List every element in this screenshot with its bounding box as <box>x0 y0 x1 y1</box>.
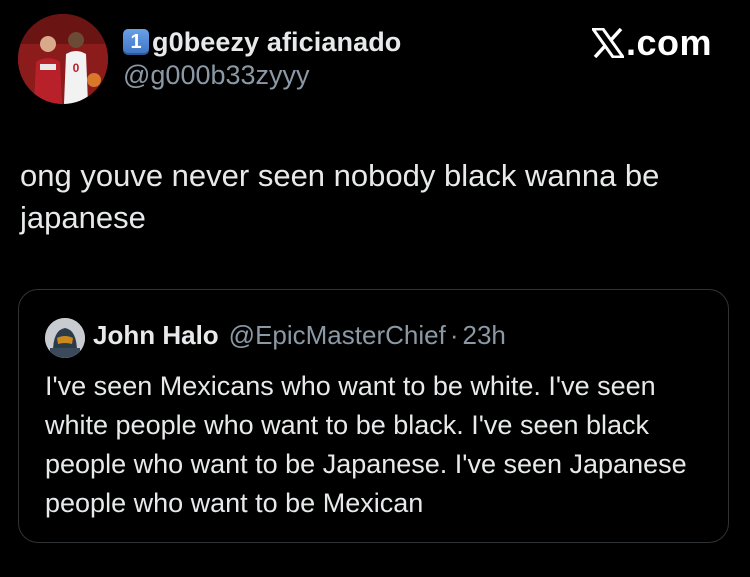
svg-text:0: 0 <box>73 61 80 75</box>
halo-helmet-avatar-icon <box>45 318 85 358</box>
quoted-tweet[interactable]: John Halo @EpicMasterChief · 23h I've se… <box>18 289 729 543</box>
author-header: 1 g0beezy aficianado @g000b33zyyy <box>123 25 401 91</box>
quoted-text: I've seen Mexicans who want to be white.… <box>45 371 687 518</box>
quoted-avatar[interactable] <box>45 318 85 358</box>
profile-avatar[interactable]: 0 <box>18 14 108 104</box>
source-domain: .com <box>625 22 712 63</box>
tweet-card: 0 1 g0beezy aficianado @g000b33zyyy .com… <box>0 0 750 577</box>
display-name[interactable]: g0beezy aficianado <box>152 27 401 58</box>
user-handle[interactable]: @g000b33zyyy <box>123 60 401 91</box>
x-logo-icon <box>591 28 624 58</box>
tweet-text: ong youve never seen nobody black wanna … <box>20 158 660 235</box>
separator-dot: · <box>449 320 459 350</box>
quoted-display-name[interactable]: John Halo <box>93 320 219 351</box>
profile-photo-icon: 0 <box>18 14 108 104</box>
display-name-row[interactable]: 1 g0beezy aficianado <box>123 25 401 59</box>
source-label: .com <box>591 22 712 64</box>
quoted-header: John Halo @EpicMasterChief · 23h <box>93 320 506 351</box>
quoted-timestamp[interactable]: 23h <box>462 320 505 351</box>
quoted-handle[interactable]: @EpicMasterChief <box>229 320 446 351</box>
keycap-one-emoji: 1 <box>123 29 149 55</box>
